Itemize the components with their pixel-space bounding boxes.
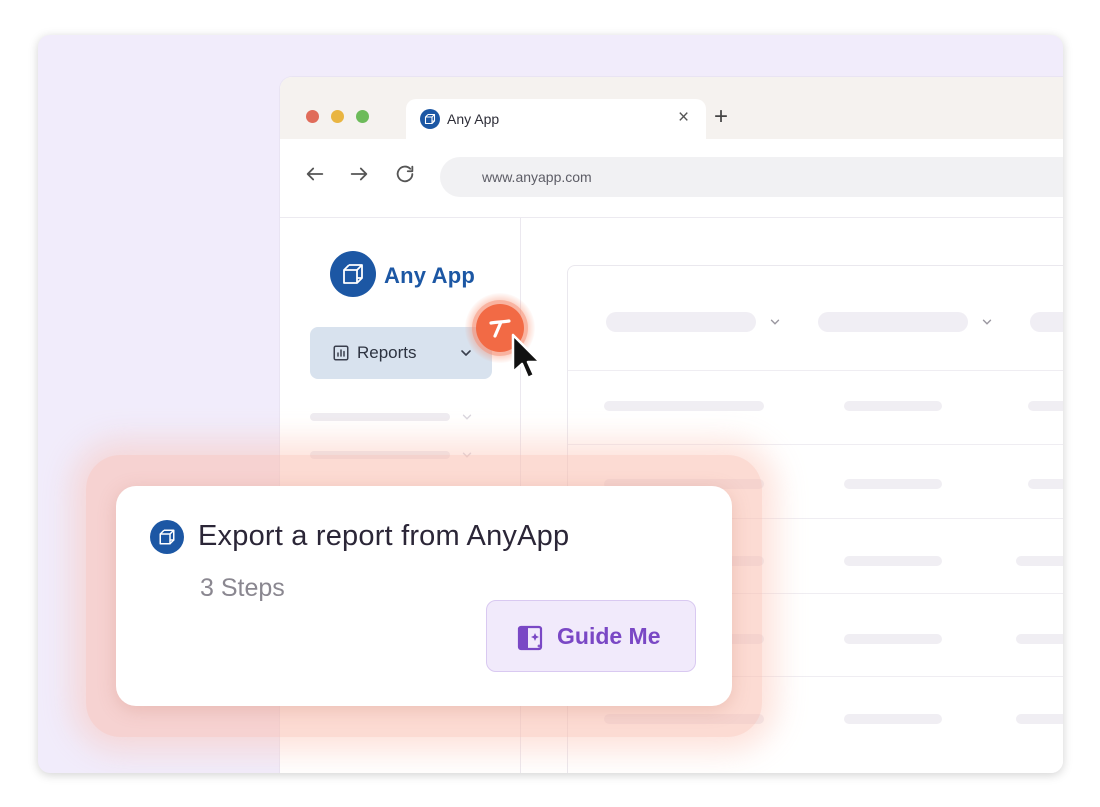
guide-title: Export a report from AnyApp xyxy=(198,520,570,552)
cube-icon xyxy=(150,520,184,554)
table-cell-placeholder xyxy=(604,401,764,411)
table-cell-placeholder xyxy=(1028,401,1063,411)
app-name: Any App xyxy=(384,263,476,288)
sidebar-item-label: Reports xyxy=(357,343,417,362)
guide-me-label: Guide Me xyxy=(557,623,661,649)
filter-placeholder[interactable] xyxy=(606,312,756,332)
screenshot-frame: Any App × + www.anyapp.com Any App Repor… xyxy=(38,35,1063,773)
guide-card: Export a report from AnyApp 3 Steps Guid… xyxy=(116,486,732,706)
cursor-icon xyxy=(510,332,546,384)
guide-steps-count: 3 Steps xyxy=(200,574,285,602)
reload-icon[interactable] xyxy=(392,161,418,187)
filter-placeholder[interactable] xyxy=(818,312,968,332)
sidebar-item-placeholder[interactable] xyxy=(310,413,450,421)
cube-icon xyxy=(420,109,440,129)
table-cell-placeholder xyxy=(844,479,942,489)
browser-toolbar: www.anyapp.com xyxy=(280,139,1063,218)
table-cell-placeholder xyxy=(1016,556,1063,566)
forward-arrow-icon[interactable] xyxy=(346,161,372,187)
chevron-down-icon xyxy=(460,410,474,424)
table-cell-placeholder xyxy=(1016,634,1063,644)
chevron-down-icon[interactable] xyxy=(768,315,782,329)
table-cell-placeholder xyxy=(1028,479,1063,489)
table-cell-placeholder xyxy=(844,714,942,724)
table-cell-placeholder xyxy=(844,401,942,411)
table-divider xyxy=(568,444,1063,445)
address-bar[interactable]: www.anyapp.com xyxy=(440,157,1063,197)
close-window-button[interactable] xyxy=(306,110,319,123)
back-arrow-icon[interactable] xyxy=(302,161,328,187)
app-logo-cube-icon xyxy=(330,251,376,297)
browser-tab[interactable]: Any App × xyxy=(406,99,706,139)
tab-strip: Any App × + xyxy=(280,77,1063,139)
table-divider xyxy=(568,370,1063,371)
tab-title: Any App xyxy=(447,111,500,127)
close-tab-icon[interactable]: × xyxy=(678,107,689,129)
guide-me-button[interactable]: Guide Me xyxy=(486,600,696,672)
table-cell-placeholder xyxy=(1016,714,1063,724)
chevron-down-icon[interactable] xyxy=(980,315,994,329)
table-cell-placeholder xyxy=(844,634,942,644)
new-tab-button[interactable]: + xyxy=(714,105,728,129)
bar-chart-icon xyxy=(332,344,350,362)
url-text: www.anyapp.com xyxy=(482,169,592,185)
maximize-window-button[interactable] xyxy=(356,110,369,123)
table-cell-placeholder xyxy=(844,556,942,566)
filter-placeholder[interactable] xyxy=(1030,312,1063,332)
minimize-window-button[interactable] xyxy=(331,110,344,123)
guide-sparkle-icon xyxy=(517,624,545,652)
